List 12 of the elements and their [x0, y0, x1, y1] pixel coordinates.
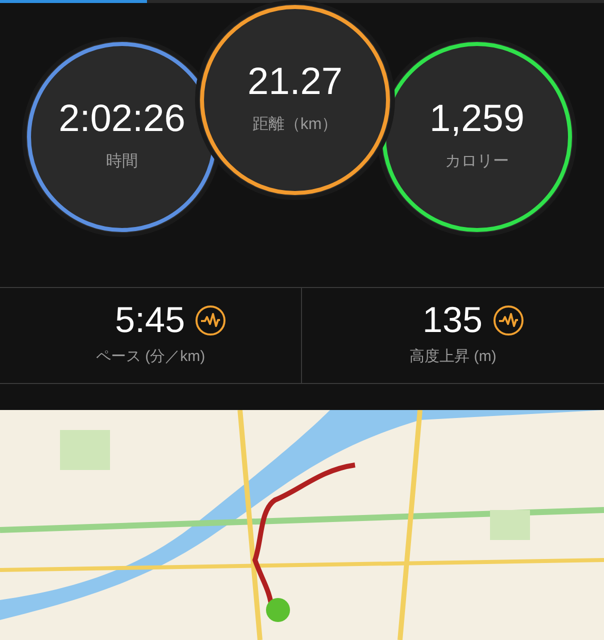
stat-value: 1,259 [429, 100, 525, 138]
stat-value: 21.27 [247, 63, 343, 101]
stat-value: 135 [422, 302, 483, 338]
chart-icon[interactable] [195, 304, 226, 336]
stat-label: 距離（km） [252, 115, 338, 135]
stat-label: 高度上昇 (m) [410, 347, 496, 368]
stat-value: 5:45 [114, 302, 186, 338]
stat-value: 2:02:26 [58, 100, 186, 138]
stat-label: カロリー [445, 152, 509, 172]
stat-label: ペース (分／km) [96, 347, 206, 368]
chart-icon[interactable] [492, 304, 524, 336]
stat-label: 時間 [106, 152, 138, 172]
